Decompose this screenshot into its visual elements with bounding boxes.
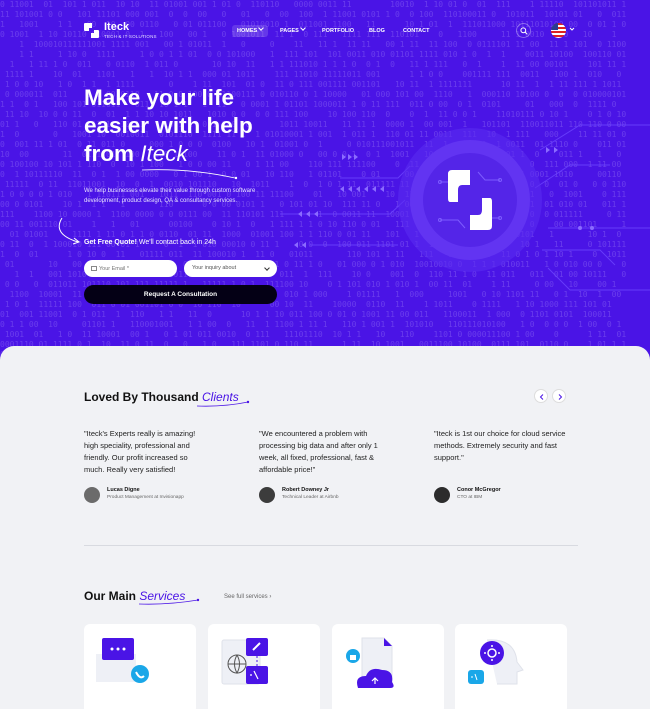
testimonial-quote-1: "Iteck's Experts really is amazing! high… [84,429,196,474]
hero-title-from: from [84,141,141,166]
service-card-2[interactable] [208,624,320,709]
search-icon [520,27,528,35]
cloud-security-icon [346,637,394,688]
curved-arrow-icon [58,217,81,245]
chat-support-icon [96,638,149,683]
email-input[interactable] [84,260,177,277]
hero-subtitle: We help businesses elevate their value t… [84,188,256,204]
quote-text: Get Free Quote! We'll contact back in 24… [84,239,216,246]
avatar [84,487,100,503]
person-name-2: Robert Downey Jr [282,487,330,493]
next-button[interactable] [552,389,566,403]
underline-decoration [141,169,238,180]
avatar [259,487,275,503]
service-card-3[interactable] [332,624,444,709]
service-card-4[interactable] [455,624,567,709]
nav-portfolio[interactable]: PORTFOLIO [322,25,354,37]
avatar [434,487,450,503]
person-role-3: CTO at IBM [457,495,483,500]
search-button[interactable] [516,23,531,38]
chevron-down-icon [258,25,265,31]
hero-title-brand: Iteck [140,141,188,166]
arrow-right-icon: › [269,594,272,600]
nav-homes-label: HOMES [237,28,258,34]
hero-section: 0 11001 01 101 1 011 10 10 11 01001 001 … [0,0,650,372]
chevron-down-icon [300,25,306,31]
ai-settings-icon [468,639,524,685]
request-consultation-button[interactable]: Request A Consultation [84,285,277,304]
see-full-services-link[interactable]: See full services › [224,594,271,600]
underline-decoration [196,400,250,407]
brand-name[interactable]: Iteck [104,21,129,33]
mail-icon [91,266,97,271]
nav-contact[interactable]: CONTACT [403,25,429,37]
person-role-2: Technical Leader at Airbnb [282,495,339,500]
hero-title-line1: Make your life [84,85,235,110]
hero-title-line2: easier with help [84,113,253,138]
testimonials-title-text: Loved By Thousand [84,390,203,404]
hero-title-line3: from Iteck [84,140,304,168]
nav-pages-label: PAGES [280,28,299,34]
underline-decoration [138,598,200,605]
service-card-1[interactable] [84,624,196,709]
prev-button[interactable] [534,389,548,403]
quote-rest: We'll contact back in 24h [136,239,216,246]
hero-title: Make your life easier with help from Ite… [84,84,304,168]
person-role-1: Product Management at Invisionapp [107,495,184,500]
see-full-services-label: See full services [224,594,268,600]
testimonial-quote-2: "We encountered a problem with processin… [259,429,378,474]
inquiry-select-value: Your inquiry about [192,265,237,271]
nav-homes[interactable]: HOMES [232,25,269,37]
testimonial-quote-3: "Iteck is 1st our choice for cloud servi… [434,429,566,462]
person-name-1: Lucas Digne [107,487,140,493]
brand-tagline: TECH & IT SOLUTIONS [104,34,157,39]
chevron-down-icon[interactable] [569,26,575,32]
chevron-down-icon [264,265,270,271]
quote-bold: Get Free Quote! [84,239,137,246]
services-title-text: Our Main [84,589,140,603]
inquiry-select[interactable]: Your inquiry about [184,260,277,277]
tech-circle-graphic [280,124,650,291]
section-divider [84,545,578,546]
chevron-right-icon [558,394,563,400]
person-name-3: Conor McGregor [457,487,501,493]
us-flag-icon[interactable] [551,23,566,38]
nav-pages[interactable]: PAGES [280,25,306,37]
logo-icon[interactable] [84,23,99,38]
chevron-left-icon [539,394,544,400]
nav-blog[interactable]: BLOG [369,25,385,37]
web-design-icon [221,638,268,685]
